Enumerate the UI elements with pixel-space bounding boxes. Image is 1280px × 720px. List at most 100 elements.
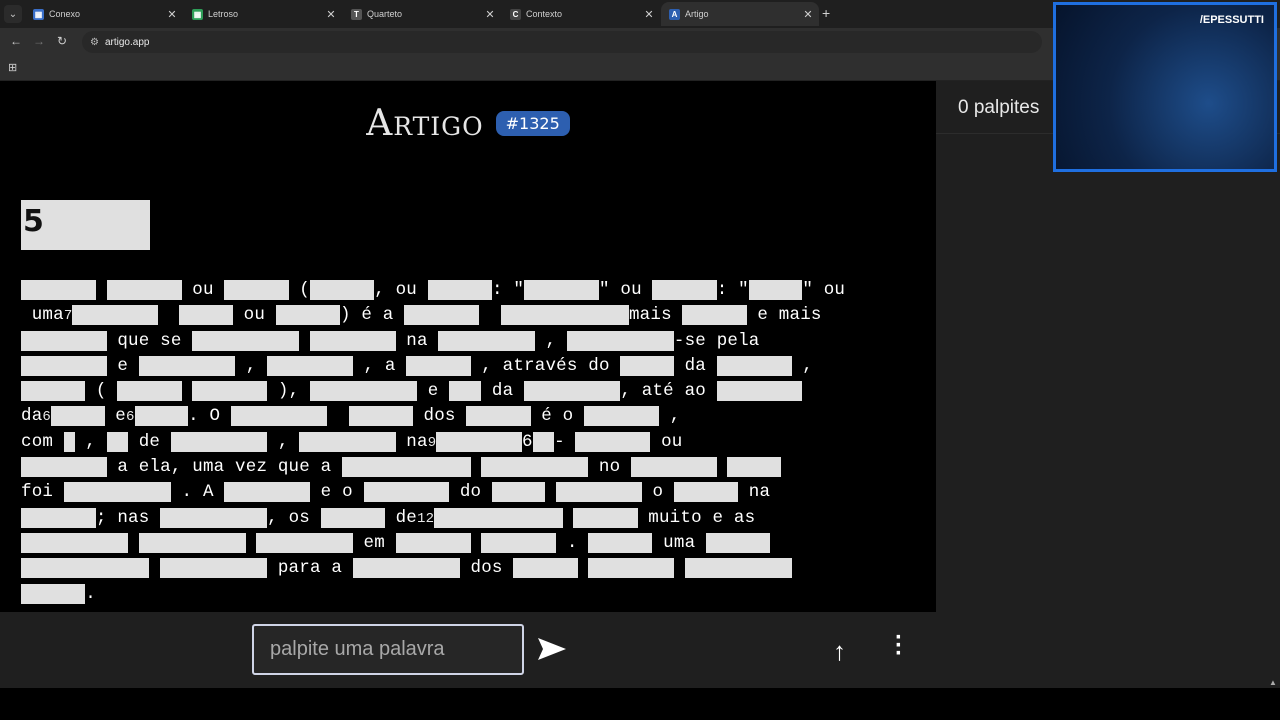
redacted-word [309, 381, 418, 402]
redacted-word [748, 280, 803, 300]
letter-count-hint: 6 [125, 409, 135, 426]
tab-artigo[interactable]: A Artigo ✕ [661, 2, 819, 26]
tab-label: Artigo [685, 9, 709, 19]
article-line: foi . A e o do o na [21, 480, 921, 505]
redacted-word [309, 330, 396, 351]
close-tab-icon[interactable]: ✕ [642, 8, 656, 21]
revealed-text: em [352, 532, 396, 553]
redacted-word [620, 355, 674, 376]
redacted-word [500, 305, 629, 326]
tab-contexto[interactable]: C Contexto ✕ [502, 2, 660, 26]
revealed-text: da [481, 381, 525, 402]
tab-quarteto[interactable]: T Quarteto ✕ [343, 2, 501, 26]
redacted-word [524, 381, 621, 402]
redacted-word [21, 381, 86, 402]
article-heading: 5 [21, 200, 150, 250]
tab-letroso[interactable]: ▦ Letroso ✕ [184, 2, 342, 26]
revealed-text: na [395, 330, 439, 351]
redacted-word [406, 355, 471, 376]
redacted-word [63, 431, 75, 452]
article-line: com , de , na9 6 - ou [21, 430, 921, 455]
revealed-text: , os [267, 507, 321, 528]
site-info-icon[interactable]: ⚙ [90, 37, 99, 48]
redacted-word [673, 482, 739, 503]
close-tab-icon[interactable]: ✕ [801, 8, 815, 21]
redacted-word [631, 457, 717, 478]
revealed-text: e [106, 355, 139, 376]
redacted-word [21, 583, 86, 604]
revealed-text: ( [85, 381, 118, 402]
scroll-up-arrow-icon[interactable]: ↑ [833, 636, 846, 667]
redacted-word [652, 280, 717, 300]
redacted-word [716, 381, 803, 402]
quarteto-favicon-icon: T [351, 8, 362, 20]
contexto-favicon-icon: C [510, 8, 521, 20]
revealed-text: ou [181, 280, 225, 300]
revealed-text: muito e as [637, 507, 756, 528]
guess-input[interactable] [252, 624, 524, 675]
redacted-word [224, 280, 289, 300]
webcam-image [1056, 5, 1274, 169]
revealed-text: a ela, uma vez que a [106, 457, 343, 478]
redacted-word [320, 507, 385, 528]
close-tab-icon[interactable]: ✕ [324, 8, 338, 21]
redacted-word [192, 381, 268, 402]
game-area: Artigo #1325 5 ou ( , ou : " " ou : " " … [0, 81, 936, 612]
revealed-text: ou [232, 305, 276, 326]
redacted-word [21, 507, 96, 528]
article-line: ( ), e da , até ao [21, 379, 921, 404]
redacted-word [684, 558, 792, 579]
redacted-word [575, 431, 651, 452]
close-tab-icon[interactable]: ✕ [483, 8, 497, 21]
redacted-word [106, 431, 129, 452]
redacted-word [513, 558, 578, 579]
reload-icon[interactable]: ↻ [57, 34, 67, 48]
redacted-word [588, 532, 653, 553]
tab-conexo[interactable]: ▦ Conexo ✕ [25, 2, 183, 26]
redacted-word [466, 406, 531, 427]
apps-grid-icon[interactable]: ⊞ [8, 61, 17, 74]
redacted-word [532, 431, 555, 452]
back-arrow-icon[interactable]: ← [10, 34, 22, 48]
redacted-word [434, 507, 563, 528]
letter-count-hint: 6 [42, 409, 52, 426]
new-tab-plus-icon[interactable]: + [822, 5, 830, 21]
revealed-text: , através do [470, 355, 621, 376]
revealed-text: dos [412, 406, 467, 427]
guess-count: 0 palpites [958, 97, 1040, 118]
game-title: Artigo [366, 103, 484, 144]
redacted-word [134, 406, 189, 427]
revealed-text [246, 533, 257, 553]
send-arrow-icon[interactable] [536, 636, 568, 662]
url-text: artigo.app [104, 36, 150, 48]
redacted-word [63, 482, 171, 503]
revealed-text [479, 305, 500, 325]
tab-search-chevron-icon[interactable]: ⌄ [4, 5, 22, 23]
scroll-down-arrow-icon[interactable]: ▲ [1269, 678, 1277, 687]
close-tab-icon[interactable]: ✕ [165, 8, 179, 21]
revealed-text: e [417, 381, 450, 402]
redacted-word [309, 280, 375, 300]
redacted-word [21, 558, 150, 579]
redacted-word [117, 381, 182, 402]
forward-arrow-icon[interactable]: → [33, 34, 45, 48]
revealed-text: -se pela [673, 330, 760, 351]
redacted-word [481, 532, 557, 553]
revealed-text: , [659, 406, 681, 427]
article-line: a ela, uma vez que a no [21, 455, 921, 480]
revealed-text: : " [491, 280, 525, 300]
revealed-text: . A [170, 482, 225, 503]
guess-bar: ↑ ··· [0, 612, 936, 688]
redacted-article-paragraph: ou ( , ou : " " ou : " " ou uma7 ou ) é … [21, 278, 921, 607]
address-bar[interactable]: ⚙ artigo.app [82, 31, 1042, 53]
redacted-word [192, 330, 300, 351]
conexo-favicon-icon: ▦ [33, 8, 44, 20]
revealed-text [182, 381, 193, 401]
more-options-icon[interactable]: · · · [893, 626, 905, 666]
revealed-text: e [104, 406, 126, 427]
redacted-word [716, 355, 792, 376]
revealed-text: o [641, 482, 674, 503]
article-line: uma7 ou ) é a mais e mais [21, 303, 921, 328]
redacted-word [230, 406, 328, 427]
redacted-word [573, 507, 638, 528]
